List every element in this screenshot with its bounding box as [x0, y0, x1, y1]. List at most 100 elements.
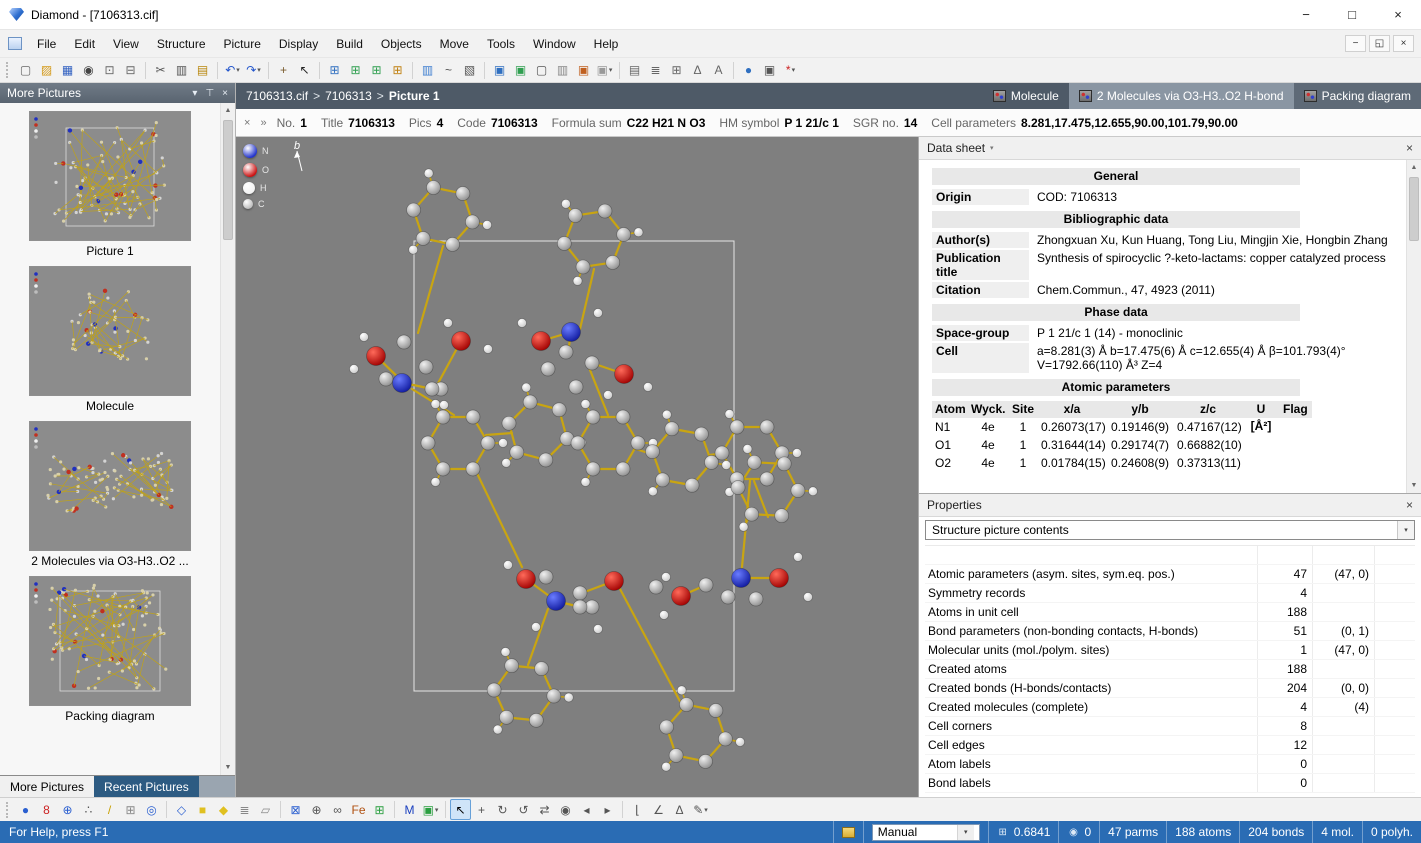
render-globe-icon[interactable]: ● — [738, 60, 759, 81]
pick-atom-icon[interactable]: ● — [15, 799, 36, 820]
property-row[interactable]: Atomic parameters (asym. sites, sym.eq. … — [925, 565, 1415, 584]
broom-destroy-icon[interactable]: / — [99, 799, 120, 820]
menu-edit[interactable]: Edit — [65, 32, 104, 56]
structure-contents-dropdown[interactable]: Structure picture contents ▾ — [925, 520, 1415, 540]
pan-icon[interactable]: + — [273, 60, 294, 81]
molecule-rendering[interactable] — [236, 137, 918, 797]
properties-close-icon[interactable]: × — [1406, 498, 1413, 512]
child-window-icon[interactable] — [8, 37, 22, 50]
picture-gallery-icon[interactable]: ▣▾ — [594, 60, 615, 81]
picture-thumbnail[interactable]: Picture 1 — [0, 111, 220, 258]
picture-tab[interactable]: Molecule — [983, 83, 1069, 109]
copy-icon[interactable]: ▥ — [171, 60, 192, 81]
data-brief-view-icon[interactable]: ≣ — [645, 60, 666, 81]
polyhedron-icon[interactable]: ◆ — [213, 799, 234, 820]
walk-forward-icon[interactable]: ▸ — [597, 799, 618, 820]
atomic-table-row[interactable]: N14e10.26073(17)0.19146(9)0.47167(12) — [932, 418, 1402, 436]
property-row[interactable]: Created atoms188 — [925, 660, 1415, 679]
picture-tab[interactable]: 2 Molecules via O3-H3..O2 H-bond — [1069, 83, 1294, 109]
scroll-track[interactable] — [221, 118, 235, 760]
scroll-down-icon[interactable]: ▼ — [1407, 478, 1421, 493]
zoom-mode-icon[interactable]: ◉ — [555, 799, 576, 820]
print-icon[interactable]: ⊟ — [120, 60, 141, 81]
open-file-icon[interactable]: ▨ — [36, 60, 57, 81]
move-mode-icon[interactable]: + — [471, 799, 492, 820]
properties-header[interactable]: Properties × — [919, 494, 1421, 517]
blank-picture-icon[interactable]: ▢ — [531, 60, 552, 81]
menu-structure[interactable]: Structure — [148, 32, 215, 56]
menu-file[interactable]: File — [28, 32, 65, 56]
picture-mode-icon[interactable]: ▣▾ — [420, 799, 441, 820]
new-picture-icon[interactable]: ▣ — [489, 60, 510, 81]
panel-pin-icon[interactable]: ⊤ — [205, 88, 214, 99]
maximize-icon[interactable]: □ — [1329, 0, 1375, 29]
walk-back-icon[interactable]: ◂ — [576, 799, 597, 820]
properties-view-icon[interactable]: A — [708, 60, 729, 81]
property-row[interactable]: Symmetry records4 — [925, 584, 1415, 603]
chevron-down-icon[interactable]: ▾ — [957, 825, 974, 840]
property-row[interactable]: Created molecules (complete)4(4) — [925, 698, 1415, 717]
menu-move[interactable]: Move — [431, 32, 478, 56]
filter-element-icon[interactable]: Fe — [348, 799, 369, 820]
chevron-down-icon[interactable]: ▾ — [1397, 521, 1414, 539]
new-document-icon[interactable]: ▢ — [15, 60, 36, 81]
measure-distance-icon[interactable]: ⌊ — [627, 799, 648, 820]
menu-view[interactable]: View — [104, 32, 148, 56]
property-row[interactable]: Cell corners8 — [925, 717, 1415, 736]
structure-table-icon[interactable]: ⊞ — [324, 60, 345, 81]
parameters-table-icon[interactable]: ⊞ — [387, 60, 408, 81]
property-row[interactable]: Atoms in unit cell188 — [925, 603, 1415, 622]
redo-icon[interactable]: ↷▾ — [243, 60, 264, 81]
menu-objects[interactable]: Objects — [372, 32, 431, 56]
add-bonds-icon[interactable]: ∴ — [78, 799, 99, 820]
picture-layout-icon[interactable]: ▣ — [573, 60, 594, 81]
measure-torsion-icon[interactable]: Δ — [669, 799, 690, 820]
print-preview-icon[interactable]: ⊡ — [99, 60, 120, 81]
infobar-close-icon[interactable]: × — [244, 117, 250, 129]
pictures-tab-more[interactable]: More Pictures — [0, 776, 94, 797]
menu-build[interactable]: Build — [327, 32, 372, 56]
pictures-scrollbar[interactable]: ▲ ▼ — [220, 103, 235, 775]
bonds-table-icon[interactable]: ⊞ — [366, 60, 387, 81]
breadcrumb-part[interactable]: 7106313 — [325, 89, 372, 103]
infobar-expand-icon[interactable]: » — [260, 117, 266, 129]
menu-display[interactable]: Display — [270, 32, 327, 56]
menu-window[interactable]: Window — [524, 32, 585, 56]
picture-thumbnail[interactable]: 2 Molecules via O3-H3..O2 ... — [0, 421, 220, 568]
scroll-thumb[interactable] — [1409, 177, 1419, 241]
datasheet-scrollbar[interactable]: ▲ ▼ — [1406, 160, 1421, 493]
breadcrumb-part[interactable]: 7106313.cif — [246, 89, 308, 103]
photo-icon[interactable]: ▣ — [759, 60, 780, 81]
povray-icon[interactable]: *▾ — [780, 60, 801, 81]
toolbar-grip[interactable] — [6, 62, 10, 78]
toolbar-grip[interactable] — [6, 802, 10, 818]
property-row[interactable]: Atom labels0 — [925, 755, 1415, 774]
translate-mode-icon[interactable]: ⇄ — [534, 799, 555, 820]
picture-thumbnail[interactable]: Molecule — [0, 266, 220, 413]
property-row[interactable] — [925, 546, 1415, 565]
menu-help[interactable]: Help — [585, 32, 628, 56]
select-icon[interactable]: ↖ — [294, 60, 315, 81]
hexagon-build-icon[interactable]: ◇ — [171, 799, 192, 820]
connectivity-icon[interactable]: ∞ — [327, 799, 348, 820]
fill-cell-icon[interactable]: ⊞ — [120, 799, 141, 820]
datasheet-caret-icon[interactable]: ▾ — [990, 144, 994, 152]
panel-close-icon[interactable]: × — [222, 88, 228, 99]
property-row[interactable]: Cell edges12 — [925, 736, 1415, 755]
atomic-table-row[interactable]: O14e10.31644(14)0.29174(7)0.66882(10) — [932, 436, 1402, 454]
save-file-icon[interactable]: ▦ — [57, 60, 78, 81]
slab-icon[interactable]: ▱ — [255, 799, 276, 820]
property-row[interactable]: Created bonds (H-bonds/contacts)204(0, 0… — [925, 679, 1415, 698]
powder-pattern-icon[interactable]: ~ — [438, 60, 459, 81]
find-icon[interactable]: ◉ — [78, 60, 99, 81]
copy-picture-icon[interactable]: ▥ — [552, 60, 573, 81]
table-view-icon[interactable]: ⊞ — [666, 60, 687, 81]
select-mode-icon[interactable]: ↖ — [450, 799, 471, 820]
cell-grid-icon[interactable]: ⊞ — [369, 799, 390, 820]
coordination-sphere-icon[interactable]: ◎ — [141, 799, 162, 820]
paste-icon[interactable]: ▤ — [192, 60, 213, 81]
mode-combobox[interactable]: Manual ▾ — [872, 824, 980, 841]
scroll-down-icon[interactable]: ▼ — [221, 760, 235, 775]
rotate-mode-icon[interactable]: ↻ — [492, 799, 513, 820]
panel-dropdown-icon[interactable]: ▾ — [192, 88, 197, 99]
